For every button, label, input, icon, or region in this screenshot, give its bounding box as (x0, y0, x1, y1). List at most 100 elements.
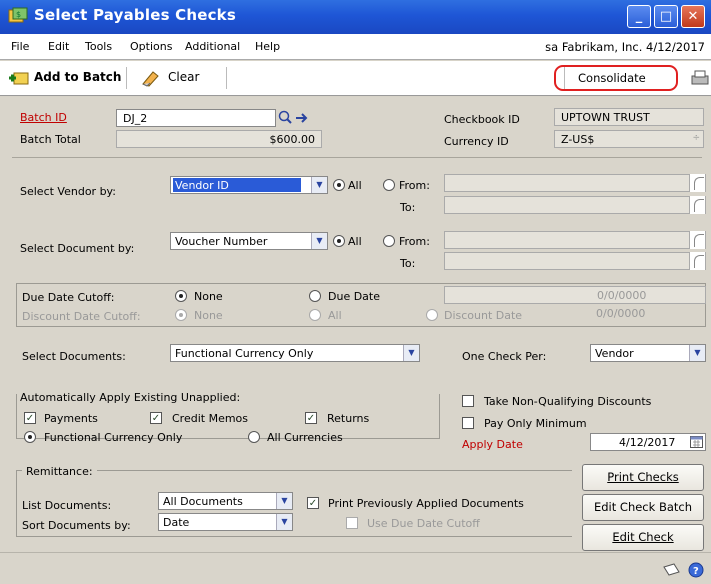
document-to-field[interactable] (444, 252, 706, 270)
eraser-icon (142, 71, 159, 87)
lookup-icon[interactable] (277, 109, 311, 127)
toolbar: Add to Batch Clear Consolidate (0, 61, 711, 96)
vendor-by-select[interactable]: Vendor ID ▼ (170, 176, 328, 194)
menu-tools[interactable]: Tools (85, 40, 112, 53)
due-date-option-label: Due Date (328, 290, 380, 303)
toolbar-divider (126, 67, 127, 89)
menu-options[interactable]: Options (130, 40, 172, 53)
currency-id-field: Z-US$ ÷ (554, 130, 704, 148)
discount-date-field: 0/0/0000 (444, 305, 706, 323)
payments-checkbox[interactable]: ✓ (24, 412, 36, 424)
batch-total-value: $600.00 (269, 133, 316, 146)
window: $ Select Payables Checks _ □ ✕ File Edit… (0, 0, 711, 584)
add-to-batch-icon (9, 72, 29, 85)
one-check-per-select[interactable]: Vendor ▼ (590, 344, 706, 362)
vendor-by-value: Vendor ID (175, 179, 229, 192)
all-currencies-radio[interactable] (248, 431, 260, 443)
edit-check-button[interactable]: Edit Check (582, 524, 704, 551)
select-documents-value: Functional Currency Only (175, 347, 314, 360)
select-documents-select[interactable]: Functional Currency Only ▼ (170, 344, 420, 362)
all-currencies-label: All Currencies (267, 431, 343, 444)
print-previously-applied-label: Print Previously Applied Documents (328, 497, 524, 510)
print-checks-label: Print Checks (607, 470, 679, 484)
credit-memos-checkbox[interactable]: ✓ (150, 412, 162, 424)
batch-id-field[interactable]: DJ_2 (116, 109, 276, 127)
help-icon[interactable]: ? (688, 562, 704, 578)
vendor-from-field[interactable] (444, 174, 706, 192)
close-button[interactable]: ✕ (681, 5, 705, 28)
functional-currency-radio[interactable] (24, 431, 36, 443)
toolbar-divider (564, 67, 565, 89)
toolbar-divider (226, 67, 227, 89)
chevron-down-icon: ▼ (689, 345, 705, 361)
chevron-down-icon: ▼ (311, 233, 327, 249)
due-none-radio[interactable] (175, 290, 187, 302)
note-icon[interactable] (663, 563, 681, 577)
discount-all-label: All (328, 309, 342, 322)
minimize-button[interactable]: _ (627, 5, 651, 28)
batch-id-value: DJ_2 (123, 112, 148, 125)
list-documents-label: List Documents: (22, 499, 112, 512)
edit-check-batch-label: Edit Check Batch (593, 500, 692, 514)
pay-only-minimum-checkbox[interactable] (462, 417, 474, 429)
vendor-all-radio[interactable] (333, 179, 345, 191)
document-from-radio[interactable] (383, 235, 395, 247)
print-checks-button[interactable]: Print Checks (582, 464, 704, 491)
edit-check-batch-button[interactable]: Edit Check Batch (582, 494, 704, 521)
sort-documents-label: Sort Documents by: (22, 519, 131, 532)
due-date-radio[interactable] (309, 290, 321, 302)
batch-id-label[interactable]: Batch ID (20, 111, 67, 124)
apply-date-field[interactable]: 4/12/2017 (590, 433, 706, 451)
vendor-from-radio[interactable] (383, 179, 395, 191)
batch-total-field: $600.00 (116, 130, 322, 148)
returns-checkbox[interactable]: ✓ (305, 412, 317, 424)
pay-only-minimum-label: Pay Only Minimum (484, 417, 587, 430)
scroll-handle-icon (689, 196, 705, 214)
menu-edit[interactable]: Edit (48, 40, 69, 53)
app-icon: $ (8, 7, 28, 23)
functional-currency-label: Functional Currency Only (44, 431, 183, 444)
one-check-per-label: One Check Per: (462, 350, 547, 363)
currency-id-value: Z-US$ (561, 133, 595, 146)
menu-help[interactable]: Help (255, 40, 280, 53)
checkbook-id-label: Checkbook ID (444, 113, 520, 126)
document-by-value: Voucher Number (175, 235, 268, 248)
vendor-all-label: All (348, 179, 362, 192)
title-bar: $ Select Payables Checks _ □ ✕ (0, 0, 711, 34)
consolidate-button[interactable]: Consolidate (578, 71, 646, 85)
print-previously-applied-checkbox[interactable]: ✓ (307, 497, 319, 509)
use-due-date-cutoff-checkbox[interactable] (346, 517, 358, 529)
discount-none-radio[interactable] (175, 309, 187, 321)
list-documents-value: All Documents (163, 495, 243, 508)
menu-additional[interactable]: Additional (185, 40, 240, 53)
discount-none-label: None (194, 309, 223, 322)
select-vendor-label: Select Vendor by: (20, 185, 116, 198)
apply-date-label: Apply Date (462, 438, 523, 451)
sort-documents-select[interactable]: Date ▼ (158, 513, 293, 531)
list-documents-select[interactable]: All Documents ▼ (158, 492, 293, 510)
printer-icon[interactable] (690, 69, 710, 87)
vendor-from-label: From: (399, 179, 430, 192)
status-bar: ? (0, 552, 711, 584)
menu-file[interactable]: File (11, 40, 29, 53)
discount-all-radio[interactable] (309, 309, 321, 321)
discount-date-value: 0/0/0000 (596, 307, 646, 320)
discount-date-radio[interactable] (426, 309, 438, 321)
take-non-qualifying-checkbox[interactable] (462, 395, 474, 407)
discount-cutoff-label: Discount Date Cutoff: (22, 310, 141, 323)
document-all-radio[interactable] (333, 235, 345, 247)
due-none-label: None (194, 290, 223, 303)
add-to-batch-button[interactable]: Add to Batch (8, 69, 121, 89)
select-documents-label: Select Documents: (22, 350, 126, 363)
vendor-to-field[interactable] (444, 196, 706, 214)
document-by-select[interactable]: Voucher Number ▼ (170, 232, 328, 250)
maximize-button[interactable]: □ (654, 5, 678, 28)
vendor-to-label: To: (400, 201, 416, 214)
clear-button[interactable]: Clear (140, 69, 210, 89)
document-from-field[interactable] (444, 231, 706, 249)
payments-label: Payments (44, 412, 98, 425)
user-company-date: sa Fabrikam, Inc. 4/12/2017 (545, 40, 705, 54)
auto-apply-label: Automatically Apply Existing Unapplied: (20, 391, 241, 404)
calendar-icon[interactable] (690, 436, 703, 448)
due-date-cutoff-label: Due Date Cutoff: (22, 291, 115, 304)
